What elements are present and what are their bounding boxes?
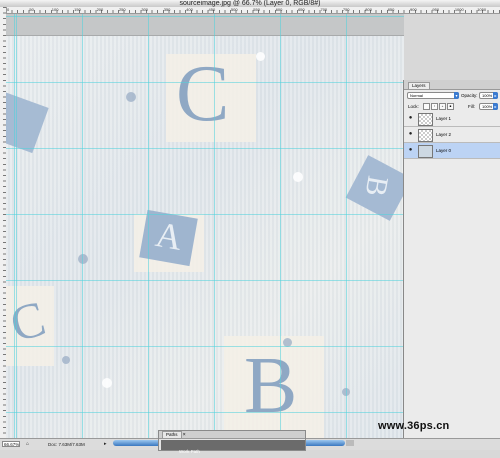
ruler-label: 450	[208, 7, 216, 12]
ruler-label: 850	[387, 7, 395, 12]
zoom-field[interactable]: 66.67%	[2, 441, 20, 447]
ruler-label: 300	[141, 7, 149, 12]
eye-icon[interactable]: ●	[407, 115, 414, 122]
canvas-dot	[256, 52, 265, 61]
ruler-label: 700	[320, 7, 328, 12]
ruler-label: 650	[298, 7, 305, 12]
canvas-image[interactable]: C A B B C	[6, 36, 404, 438]
horizontal-ruler[interactable]: 0 50 100 150 200 250 300 350 400 450 500 550 600 650 7…	[6, 7, 500, 14]
layer-thumbnail	[418, 129, 433, 142]
letter-block-left	[6, 90, 49, 154]
fill-field[interactable]: 100% ▸	[479, 103, 498, 110]
opacity-value: 100%	[482, 93, 493, 98]
lock-transparency-icon[interactable]	[423, 103, 430, 110]
ruler-label: 200	[96, 7, 104, 12]
status-icon[interactable]: ⌂	[26, 441, 29, 447]
doc-size-info[interactable]: Doc: 7.63M/7.63M	[48, 441, 85, 448]
canvas-dot	[102, 378, 112, 388]
layer-thumbnail	[418, 113, 433, 126]
layers-panel: Layers Normal ▾ Opacity: 100% ▸ Lock: / +…	[403, 80, 500, 438]
canvas-dot	[283, 338, 292, 347]
lock-move-icon[interactable]: +	[439, 103, 446, 110]
opacity-label: Opacity:	[461, 93, 478, 98]
blend-mode-value: Normal	[410, 93, 423, 98]
canvas-dot	[126, 92, 136, 102]
canvas-dot	[62, 356, 70, 364]
layer-name: Layer 0	[436, 148, 452, 153]
scroll-corner	[346, 440, 354, 446]
layers-panel-tabbar: Layers	[404, 80, 500, 90]
watermark: www.36ps.cn	[378, 420, 450, 432]
ruler-label: 0	[7, 7, 10, 12]
ruler-label: 950	[432, 7, 440, 12]
eye-icon[interactable]: ●	[407, 147, 414, 154]
canvas-top-strip	[6, 14, 404, 36]
chevron-down-icon: ▾	[454, 92, 459, 99]
ruler-label: 1000	[454, 7, 464, 12]
layer-name: Layer 1	[436, 116, 452, 121]
close-icon[interactable]: ×	[183, 432, 186, 438]
lock-icons: / + ■	[423, 103, 455, 110]
lock-brush-icon[interactable]: /	[431, 103, 438, 110]
ruler-label: 350	[163, 7, 171, 12]
canvas-dot	[293, 172, 303, 182]
ruler-label: 600	[275, 7, 283, 12]
ruler-label: 500	[230, 7, 238, 12]
canvas-dot	[78, 254, 88, 264]
letter-c-top: C	[176, 50, 230, 138]
layer-row[interactable]: ● Layer 1	[404, 111, 500, 127]
lock-all-icon[interactable]: ■	[447, 103, 454, 110]
eye-icon[interactable]: ●	[407, 131, 414, 138]
letter-b-bottom: B	[244, 342, 298, 430]
ruler-label: 750	[342, 7, 350, 12]
blend-row: Normal ▾ Opacity: 100% ▸	[404, 90, 500, 101]
ruler-label: 900	[410, 7, 417, 12]
ruler-label: 50	[29, 7, 34, 12]
blend-mode-select[interactable]: Normal ▾	[407, 92, 459, 99]
fill-label: Fill:	[468, 104, 475, 109]
fill-value: 100%	[482, 104, 493, 109]
paths-panel: Paths × Work Path	[158, 430, 306, 454]
ruler-label: 400	[186, 7, 193, 12]
paths-panel-tabbar: Paths ×	[159, 431, 305, 439]
tab-layers[interactable]: Layers	[408, 82, 430, 89]
layer-thumbnail	[418, 145, 433, 158]
document-canvas[interactable]: C A B B C	[6, 14, 404, 438]
layer-row-active[interactable]: ● Layer 0	[404, 143, 500, 159]
chevron-right-icon: ▸	[493, 92, 498, 99]
chevron-right-icon: ▸	[493, 103, 498, 110]
ruler-label: 150	[74, 7, 81, 12]
canvas-dot	[342, 388, 350, 396]
lock-label: Lock:	[408, 104, 419, 109]
ruler-label: 550	[253, 7, 260, 12]
tab-paths[interactable]: Paths	[162, 431, 182, 438]
ruler-label: 250	[118, 7, 126, 12]
ruler-label: 800	[365, 7, 372, 12]
triangle-right-icon[interactable]: ▸	[104, 441, 107, 447]
layer-name: Layer 2	[436, 132, 452, 137]
ruler-labels: 0 50 100 150 200 250 300 350 400 450 500 550 600 650 7…	[6, 7, 500, 13]
ruler-label: 1050	[477, 7, 487, 12]
layer-row[interactable]: ● Layer 2	[404, 127, 500, 143]
ruler-label: 100	[51, 7, 59, 12]
opacity-field[interactable]: 100% ▸	[479, 92, 498, 99]
